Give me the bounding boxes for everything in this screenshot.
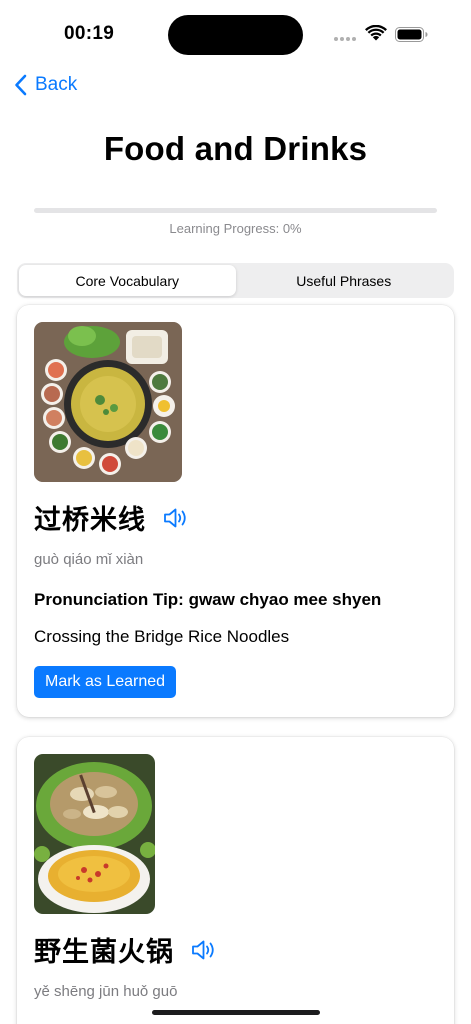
- speaker-icon[interactable]: [190, 938, 218, 962]
- vocab-card: 野生菌火锅 yě shēng jūn huǒ guō: [17, 737, 454, 1024]
- learning-progress-bar: [34, 208, 437, 213]
- pinyin: guò qiáo mǐ xiàn: [34, 551, 144, 568]
- vocab-card: 过桥米线 guò qiáo mǐ xiàn Pronunciation Tip:…: [17, 305, 454, 717]
- pronunciation-tip: Pronunciation Tip: gwaw chyao mee shyen: [34, 590, 382, 609]
- tab-useful-phrases[interactable]: Useful Phrases: [236, 265, 453, 296]
- signal-dots-icon: [334, 37, 356, 41]
- back-label: Back: [35, 74, 78, 95]
- home-indicator: [152, 1010, 320, 1015]
- chinese-term: 过桥米线: [34, 505, 146, 536]
- dynamic-island: [168, 15, 303, 55]
- food-photo-wild-mushroom-hotpot: [34, 754, 155, 914]
- page-title: Food and Drinks: [103, 130, 368, 167]
- mark-as-learned-button[interactable]: Mark as Learned: [34, 666, 177, 698]
- battery-icon: [395, 27, 428, 42]
- hanzi-row: 野生菌火锅: [34, 930, 218, 969]
- chinese-term: 野生菌火锅: [34, 937, 174, 968]
- back-button[interactable]: Back: [14, 72, 77, 98]
- progress-label: Learning Progress: 0%: [169, 221, 302, 236]
- status-time: 00:19: [64, 23, 115, 44]
- food-photo-crossing-bridge-noodles: [34, 322, 182, 482]
- pinyin: yě shēng jūn huǒ guō: [34, 983, 178, 1000]
- chevron-left-icon: [15, 74, 27, 96]
- wifi-icon: [365, 25, 387, 41]
- status-bar: 00:19: [0, 0, 471, 70]
- hanzi-row: 过桥米线: [34, 498, 190, 537]
- segmented-control: Core Vocabulary Useful Phrases: [17, 263, 454, 298]
- tab-core-vocabulary[interactable]: Core Vocabulary: [19, 265, 236, 296]
- english-meaning: Crossing the Bridge Rice Noodles: [34, 627, 290, 646]
- speaker-icon[interactable]: [162, 506, 190, 530]
